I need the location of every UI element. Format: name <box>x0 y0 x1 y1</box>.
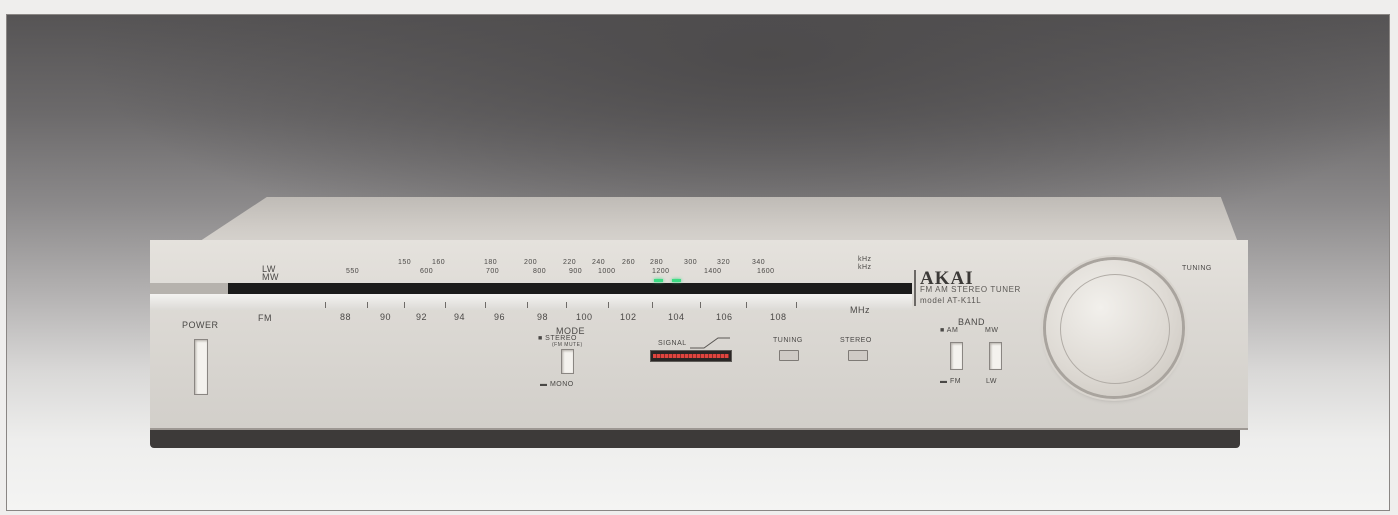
mode-switch[interactable] <box>561 349 574 374</box>
mw-scale-label: 900 <box>569 268 583 275</box>
dial-tick <box>700 302 701 308</box>
dial-pointer-strip <box>150 294 912 310</box>
fm-scale-label: 98 <box>537 312 549 322</box>
band-mw-label: MW <box>985 327 999 334</box>
band-mw-lw-switch[interactable] <box>989 342 1002 370</box>
fm-scale-label: 92 <box>416 312 428 322</box>
tuning-indicator-led <box>672 279 681 282</box>
lw-scale-label: 340 <box>752 259 766 266</box>
band-am-fm-switch[interactable] <box>950 342 963 370</box>
mw-scale-label: 550 <box>346 268 360 275</box>
lw-scale-label: 150 <box>398 259 412 266</box>
fm-scale-label: 108 <box>770 312 787 322</box>
tuning-knob-label: TUNING <box>1182 265 1212 272</box>
lw-scale-label: 300 <box>684 259 698 266</box>
signal-curve-icon <box>690 337 730 349</box>
dial-tick <box>485 302 486 308</box>
mw-scale-label: 800 <box>533 268 547 275</box>
khz-label-1: kHz <box>858 256 872 263</box>
power-label: POWER <box>182 320 219 330</box>
fm-scale-label: 100 <box>576 312 593 322</box>
fm-scale-label: 96 <box>494 312 506 322</box>
signal-meter <box>650 350 732 362</box>
fm-scale-label: 106 <box>716 312 733 322</box>
signal-meter-fill <box>653 354 729 358</box>
lw-scale-label: 240 <box>592 259 606 266</box>
lw-scale-label: 260 <box>622 259 636 266</box>
lw-scale-label: 160 <box>432 259 446 266</box>
mono-mode-label: ▬ MONO <box>540 381 574 388</box>
lw-scale-label: 220 <box>563 259 577 266</box>
tuning-indicator-led <box>654 279 663 282</box>
tuning-indicator <box>779 350 799 361</box>
mw-scale-label: 1200 <box>652 268 670 275</box>
stereo-indicator-label: STEREO <box>840 337 872 344</box>
band-lw-label: LW <box>986 378 997 385</box>
mw-scale-label: 700 <box>486 268 500 275</box>
mw-scale-label: 1600 <box>757 268 775 275</box>
fm-scale-label: 90 <box>380 312 392 322</box>
fm-scale-label: 104 <box>668 312 685 322</box>
lw-scale-label: 320 <box>717 259 731 266</box>
dial-tick <box>796 302 797 308</box>
dial-tick <box>652 302 653 308</box>
fm-scale-label: 88 <box>340 312 352 322</box>
mhz-label: MHz <box>850 305 870 315</box>
mw-label: MW <box>262 272 279 282</box>
mw-scale-label: 1400 <box>704 268 722 275</box>
mw-scale-label: 600 <box>420 268 434 275</box>
band-fm-label: ▬ FM <box>940 378 962 385</box>
dial-tick <box>566 302 567 308</box>
dial-tick <box>367 302 368 308</box>
model-number: model AT-K11L <box>920 296 982 305</box>
fm-muting-label: (FM MUTE) <box>552 342 583 348</box>
dial-tick <box>325 302 326 308</box>
stereo-mode-label: ■ STEREO <box>538 335 577 342</box>
stereo-indicator <box>848 350 868 361</box>
fm-scale-label: 94 <box>454 312 466 322</box>
tuning-knob-rim <box>1060 274 1170 384</box>
dial-tick <box>445 302 446 308</box>
band-label: BAND <box>958 317 986 327</box>
lw-scale-label: 200 <box>524 259 538 266</box>
tuning-indicator-label: TUNING <box>773 337 803 344</box>
dial-tick <box>608 302 609 308</box>
lw-scale-label: 280 <box>650 259 664 266</box>
lw-scale-label: 180 <box>484 259 498 266</box>
dial-tick <box>404 302 405 308</box>
logo-divider <box>914 270 916 306</box>
fm-scale-label: 102 <box>620 312 637 322</box>
power-switch[interactable] <box>194 339 208 395</box>
dial-tick <box>746 302 747 308</box>
band-am-label: ■ AM <box>940 327 959 334</box>
signal-label: SIGNAL <box>658 340 687 347</box>
model-description: FM AM STEREO TUNER <box>920 285 1021 294</box>
fm-band-label: FM <box>258 313 272 323</box>
khz-label-2: kHz <box>858 264 872 271</box>
mw-scale-label: 1000 <box>598 268 616 275</box>
dial-tick <box>527 302 528 308</box>
